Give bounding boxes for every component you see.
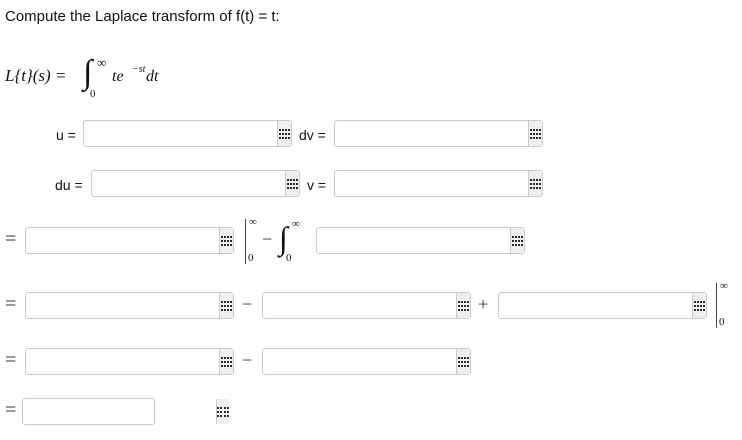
v-field[interactable] <box>334 170 543 197</box>
step1-integral-input[interactable] <box>317 228 510 253</box>
step1-uv-input[interactable] <box>26 228 219 253</box>
du-input[interactable] <box>92 171 285 196</box>
dv-keypad-button[interactable] <box>528 121 542 146</box>
step2-first-keypad-button[interactable] <box>219 293 233 318</box>
u-label: u = <box>56 127 76 143</box>
integrand-base: te <box>112 68 124 85</box>
step1-uv-field[interactable] <box>25 227 234 254</box>
eval-upper-limit: ∞ <box>249 216 257 228</box>
step3-second-input[interactable] <box>263 349 456 374</box>
v-label: v = <box>307 177 327 193</box>
step1-uv-keypad-button[interactable] <box>219 228 233 253</box>
step2-first-input[interactable] <box>26 293 219 318</box>
evaluation-bar <box>245 219 246 264</box>
step2-second-keypad-button[interactable] <box>456 293 470 318</box>
u-keypad-button[interactable] <box>277 121 291 146</box>
step1-equals: = <box>5 228 17 250</box>
step2-eval-upper: ∞ <box>720 280 728 292</box>
keypad-grid-icon <box>286 178 299 189</box>
keypad-grid-icon <box>217 406 229 417</box>
step3-second-field[interactable] <box>262 348 471 375</box>
step2-plus: + <box>478 294 489 314</box>
integrand-exponent: −st <box>132 64 146 75</box>
keypad-grid-icon <box>511 235 524 246</box>
step1-integral-keypad-button[interactable] <box>510 228 524 253</box>
v-keypad-button[interactable] <box>528 171 542 196</box>
step2-minus: − <box>242 294 253 314</box>
du-field[interactable] <box>91 170 300 197</box>
laplace-lhs: L{t}(s) = <box>5 66 67 85</box>
keypad-grid-icon <box>220 356 233 367</box>
dv-field[interactable] <box>334 120 543 147</box>
step1-int-lower: 0 <box>286 252 292 264</box>
du-label: du = <box>55 177 83 193</box>
integral-upper-limit: ∞ <box>97 55 107 70</box>
step2-first-field[interactable] <box>25 292 234 319</box>
keypad-grid-icon <box>693 300 706 311</box>
step3-first-keypad-button[interactable] <box>219 349 233 374</box>
step3-second-keypad-button[interactable] <box>456 349 470 374</box>
keypad-grid-icon <box>278 128 291 139</box>
integrand-differential: dt <box>146 68 159 85</box>
dv-input[interactable] <box>335 121 528 146</box>
eval-lower-limit: 0 <box>248 252 254 264</box>
step3-first-input[interactable] <box>26 349 219 374</box>
step1-minus: − <box>262 229 273 249</box>
step2-third-keypad-button[interactable] <box>692 293 706 318</box>
final-answer-keypad-button[interactable] <box>216 399 229 424</box>
dv-label: dv = <box>299 127 326 143</box>
step2-second-field[interactable] <box>262 292 471 319</box>
step3-minus: − <box>242 350 253 370</box>
du-keypad-button[interactable] <box>285 171 299 196</box>
step2-eval-lower: 0 <box>719 316 725 328</box>
step4-equals: = <box>5 399 17 421</box>
v-input[interactable] <box>335 171 528 196</box>
step1-integral-sign: ∫ <box>279 220 288 256</box>
keypad-grid-icon <box>220 300 233 311</box>
step1-int-upper: ∞ <box>292 218 300 230</box>
u-field[interactable] <box>83 120 292 147</box>
keypad-grid-icon <box>457 356 470 367</box>
integral-lower-limit: 0 <box>90 88 96 100</box>
keypad-grid-icon <box>529 178 542 189</box>
step3-equals: = <box>5 349 17 371</box>
keypad-grid-icon <box>457 300 470 311</box>
problem-prompt: Compute the Laplace transform of f(t) = … <box>5 8 280 25</box>
step2-second-input[interactable] <box>263 293 456 318</box>
step2-third-input[interactable] <box>499 293 692 318</box>
integral-sign: ∫ <box>83 54 93 91</box>
step2-evaluation-bar <box>716 283 717 328</box>
step1-integral-field[interactable] <box>316 227 525 254</box>
keypad-grid-icon <box>220 235 233 246</box>
u-input[interactable] <box>84 121 277 146</box>
final-answer-field[interactable] <box>22 398 229 425</box>
final-answer-input[interactable] <box>23 399 216 424</box>
step3-first-field[interactable] <box>25 348 234 375</box>
step2-equals: = <box>5 293 17 315</box>
keypad-grid-icon <box>529 128 542 139</box>
step2-third-field[interactable] <box>498 292 707 319</box>
